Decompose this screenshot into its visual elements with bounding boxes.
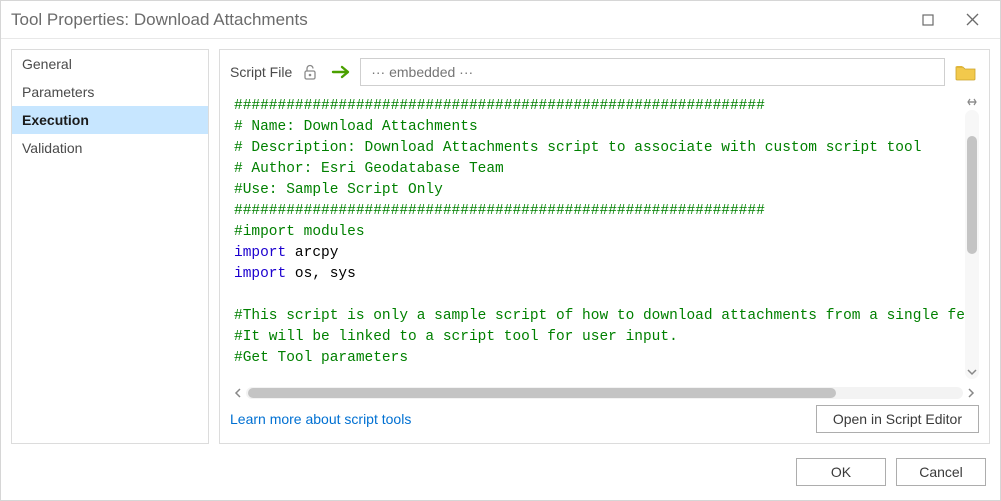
arrow-right-icon [331, 64, 351, 80]
sidebar-item-validation[interactable]: Validation [12, 134, 208, 162]
code-content: ########################################… [230, 96, 979, 383]
code-area: ########################################… [230, 96, 979, 403]
folder-icon [955, 63, 977, 81]
maximize-button[interactable] [906, 5, 950, 35]
open-in-script-editor-button[interactable]: Open in Script Editor [816, 405, 979, 433]
script-file-label: Script File [230, 64, 292, 80]
sidebar-item-label: Validation [22, 140, 82, 156]
browse-button[interactable] [953, 59, 979, 85]
window-title: Tool Properties: Download Attachments [11, 10, 906, 30]
sidebar-item-general[interactable]: General [12, 50, 208, 78]
sidebar-item-label: Execution [22, 112, 89, 128]
sidebar-item-label: General [22, 56, 72, 72]
hscroll-thumb[interactable] [248, 388, 836, 398]
export-script-button[interactable] [330, 61, 352, 83]
dialog-footer: OK Cancel [1, 450, 1000, 500]
chevron-down-icon [967, 368, 977, 376]
sidebar-item-label: Parameters [22, 84, 94, 100]
sidebar-item-execution[interactable]: Execution [12, 106, 208, 134]
vertical-scrollbar[interactable] [965, 100, 979, 383]
panel-bottom-row: Learn more about script tools Open in Sc… [220, 403, 989, 443]
cancel-button[interactable]: Cancel [896, 458, 986, 486]
hscroll-track[interactable] [246, 387, 963, 399]
dialog-window: Tool Properties: Download Attachments Ge… [0, 0, 1001, 501]
scroll-left-button[interactable] [230, 385, 246, 401]
close-button[interactable] [950, 5, 994, 35]
chevron-left-icon [234, 388, 242, 398]
script-file-path-input[interactable] [360, 58, 945, 86]
close-icon [966, 13, 979, 26]
scroll-down-button[interactable] [965, 365, 979, 379]
maximize-icon [922, 14, 934, 26]
titlebar: Tool Properties: Download Attachments [1, 1, 1000, 39]
category-sidebar: General Parameters Execution Validation [11, 49, 209, 444]
expand-icon[interactable] [965, 96, 979, 108]
main-panel: Script File [219, 49, 990, 444]
learn-more-link[interactable]: Learn more about script tools [230, 411, 411, 427]
dialog-body: General Parameters Execution Validation … [1, 39, 1000, 450]
code-viewport[interactable]: ########################################… [230, 96, 979, 383]
embed-lock-button[interactable] [300, 61, 322, 83]
ok-button[interactable]: OK [796, 458, 886, 486]
script-file-toolbar: Script File [220, 50, 989, 96]
horizontal-scrollbar[interactable] [230, 385, 979, 401]
lock-open-icon [302, 63, 320, 81]
chevron-right-icon [967, 388, 975, 398]
vscroll-thumb[interactable] [967, 136, 977, 254]
scroll-right-button[interactable] [963, 385, 979, 401]
sidebar-item-parameters[interactable]: Parameters [12, 78, 208, 106]
